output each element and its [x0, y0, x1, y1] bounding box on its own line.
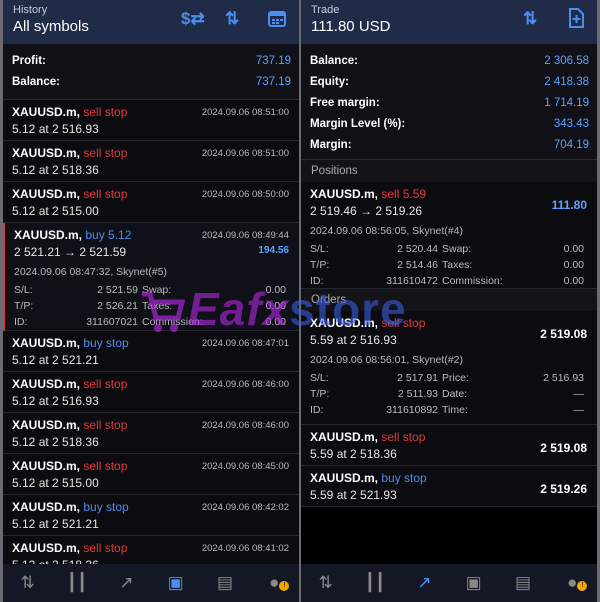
order-item[interactable]: XAUUSD.m, buy stop 5.59 at 2 521.93 2 519.… — [301, 466, 597, 507]
history-icon[interactable]: ▣ — [459, 573, 489, 593]
balance-row: Balance: 737.19 — [12, 75, 291, 88]
deal-profit: 194.56 — [258, 245, 289, 256]
history-deal-item[interactable]: XAUUSD.m, sell stop5.12 at 2 518.362024.… — [3, 141, 299, 182]
news-icon[interactable]: ▤ — [508, 573, 538, 593]
sort-icon[interactable]: ⇅ — [523, 8, 537, 30]
orders-header: Orders — [301, 289, 597, 311]
position-profit: 111.80 — [551, 198, 587, 212]
chart-icon[interactable]: ┃┃ — [62, 573, 92, 593]
history-icon[interactable]: ▣ — [161, 573, 191, 593]
trade-topbar: Trade 111.80 USD ⇅ — [301, 0, 597, 44]
history-deal-item[interactable]: XAUUSD.m, sell stop 5.12 at 2 516.93 2024.… — [3, 100, 299, 141]
notification-badge-icon: ! — [279, 581, 290, 591]
profit-row: Profit: 737.19 — [12, 54, 291, 67]
calendar-icon[interactable] — [267, 8, 287, 34]
symbol-filter[interactable]: All symbols — [13, 18, 89, 35]
order-item[interactable]: XAUUSD.m, sell stop 5.59 at 2 518.36 2 519… — [301, 425, 597, 466]
currency-filter-icon[interactable]: $⇄ — [181, 8, 205, 30]
position-details: S/L: 2 520.44 Swap: 0.00 T/P: 2 514.46 Taxes:… — [310, 243, 584, 287]
order-details: S/L: 2 517.91 Price: 2 516.93 T/P: 2 511.93 D… — [310, 372, 584, 416]
left-bottom-nav: ⇅ ┃┃ ↗ ▣ ▤ ●! — [3, 564, 299, 602]
right-bottom-nav: ⇅ ┃┃ ↗ ▣ ▤ ●! — [301, 564, 597, 602]
notification-badge-icon: ! — [577, 581, 588, 591]
new-order-icon[interactable] — [567, 8, 585, 34]
messages-icon[interactable]: ●! — [557, 573, 588, 593]
position-item[interactable]: XAUUSD.m, sell 5.59 2 519.46 → 2 519.26 … — [301, 182, 597, 289]
history-deal-item[interactable]: XAUUSD.m, buy stop 5.12 at 2 521.21 2024.0… — [3, 331, 299, 372]
trade-icon[interactable]: ↗ — [111, 573, 141, 593]
history-deal-item[interactable]: XAUUSD.m, sell stop 5.12 at 2 515.00 2024.… — [3, 182, 299, 223]
history-topbar: History All symbols $⇄ ⇅ — [3, 0, 299, 44]
trade-profit-title: 111.80 USD — [311, 18, 391, 35]
trade-subtitle: Trade — [311, 4, 340, 16]
quotes-icon[interactable]: ⇅ — [13, 573, 43, 593]
chart-icon[interactable]: ┃┃ — [360, 573, 390, 593]
history-panel: History All symbols $⇄ ⇅ Profit: 737.19 B… — [3, 0, 299, 602]
messages-icon[interactable]: ●! — [259, 573, 290, 593]
trade-panel: Trade 111.80 USD ⇅ Balance: 2 306.58 Equi… — [301, 0, 597, 602]
order-expanded[interactable]: XAUUSD.m, sell stop 5.59 at 2 516.93 2 5… — [301, 311, 597, 425]
trade-summary: Balance: 2 306.58 Equity: 2 418.38 Free ma… — [301, 50, 597, 160]
history-deal-item[interactable]: XAUUSD.m, sell stop 5.12 at 2 516.93 2024.… — [3, 372, 299, 413]
quotes-icon[interactable]: ⇅ — [311, 573, 341, 593]
history-subtitle: History — [13, 4, 48, 16]
history-deal-expanded[interactable]: XAUUSD.m, buy 5.12 2 521.21 → 2 521.59 2… — [3, 223, 299, 331]
news-icon[interactable]: ▤ — [210, 573, 240, 593]
order-price: 2 519.08 — [540, 327, 587, 341]
sort-icon[interactable]: ⇅ — [225, 8, 239, 30]
history-deal-item[interactable]: XAUUSD.m, sell stop5.12 at 2 518.362024.… — [3, 413, 299, 454]
positions-header: Positions — [301, 160, 597, 182]
trade-icon[interactable]: ↗ — [409, 573, 439, 593]
history-deal-item[interactable]: XAUUSD.m, buy stop 5.12 at 2 521.21 2024.0… — [3, 495, 299, 536]
deal-details: S/L: 2 521.59 Swap: 0.00 T/P: 2 526.21 Taxes:… — [14, 284, 286, 328]
history-deal-item[interactable]: XAUUSD.m, sell stop 5.12 at 2 515.00 2024.… — [3, 454, 299, 495]
history-summary: Profit: 737.19 Balance: 737.19 — [3, 50, 299, 100]
